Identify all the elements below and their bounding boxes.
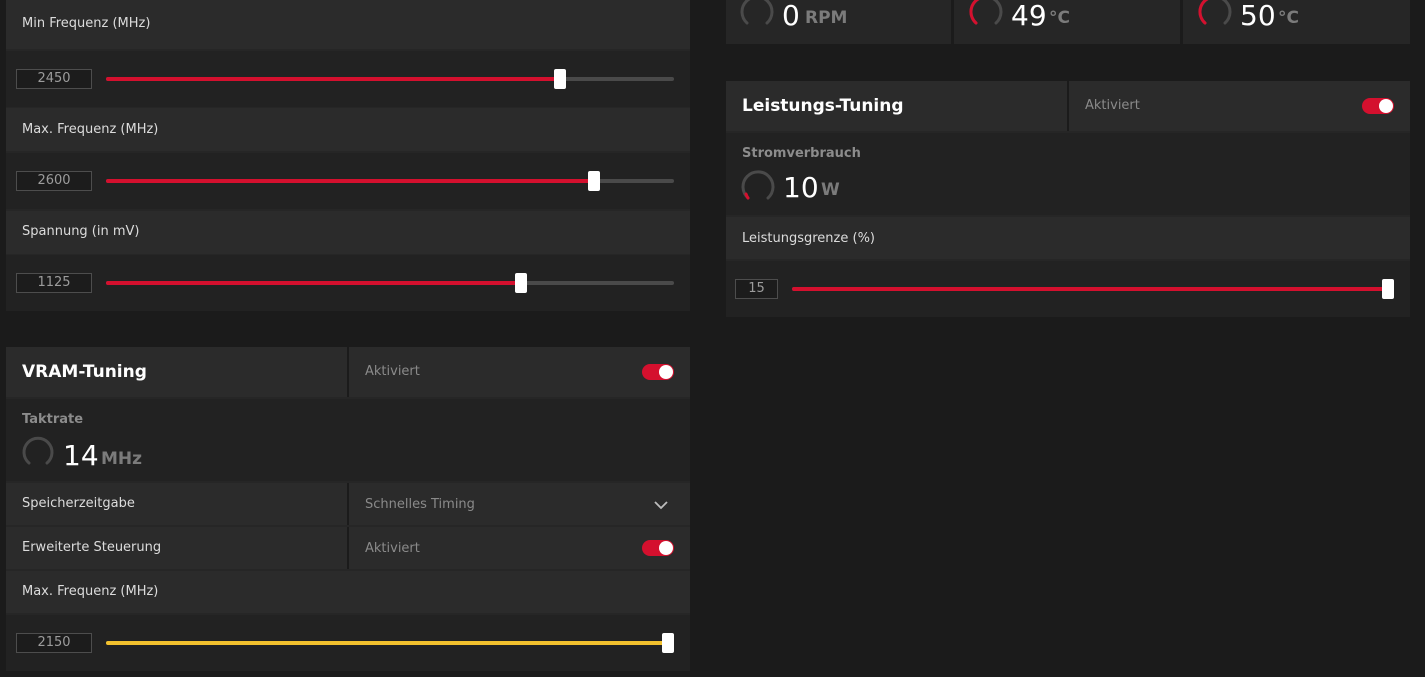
power-consumption-value: 10 [783, 171, 819, 204]
max-freq-slider-fill [106, 179, 595, 183]
min-freq-label: Min Frequenz (MHz) [22, 16, 151, 31]
power-title: Leistungs-Tuning [742, 96, 904, 116]
power-limit-label: Leistungsgrenze (%) [742, 231, 875, 246]
vram-clock-gauge-icon [22, 436, 54, 465]
power-status: Aktiviert [1085, 98, 1140, 113]
vram-clock-unit: MHz [101, 449, 143, 469]
temp2-gauge-icon [1198, 0, 1232, 25]
advanced-control-label: Erweiterte Steuerung [22, 540, 162, 555]
vram-max-freq-slider-thumb[interactable] [662, 633, 674, 653]
fan-metric-card: 0 RPM [726, 0, 951, 44]
power-toggle[interactable] [1362, 98, 1394, 114]
vram-max-freq-label: Max. Frequenz (MHz) [22, 584, 159, 599]
gpu-tuning-panel: Min Frequenz (MHz) 2450 Max. Frequenz (M… [6, 0, 690, 311]
min-freq-slider-fill [106, 77, 561, 81]
advanced-control-status: Aktiviert [365, 541, 420, 556]
advanced-control-row: Erweiterte Steuerung Aktiviert [6, 527, 690, 569]
vram-header-divider [347, 347, 349, 397]
advanced-control-toggle-knob [659, 541, 673, 555]
temp1-metric-card: 49 °C [954, 0, 1180, 44]
temp1-value: 49 [1011, 0, 1047, 32]
vram-max-freq-slider[interactable] [106, 633, 674, 653]
vram-max-freq-slider-fill [106, 641, 668, 645]
voltage-slider-thumb[interactable] [514, 273, 527, 293]
chevron-down-icon[interactable] [654, 500, 668, 510]
vram-max-freq-header: Max. Frequenz (MHz) [6, 571, 690, 613]
min-freq-value-box[interactable]: 2450 [16, 69, 92, 89]
min-freq-header: Min Frequenz (MHz) [6, 0, 690, 49]
vram-title: VRAM-Tuning [22, 362, 147, 382]
fan-value: 0 [782, 0, 800, 32]
power-limit-slider[interactable] [792, 279, 1394, 299]
vram-clock-section: Taktrate 14 MHz [6, 399, 690, 481]
temp1-gauge-icon [969, 0, 1003, 25]
power-consumption-label: Stromverbrauch [742, 146, 861, 161]
power-limit-header: Leistungsgrenze (%) [726, 217, 1410, 259]
max-freq-value-box[interactable]: 2600 [16, 171, 92, 191]
power-toggle-knob [1379, 99, 1393, 113]
vram-max-freq-value-box[interactable]: 2150 [16, 633, 92, 653]
memory-timing-row[interactable]: Speicherzeitgabe Schnelles Timing [6, 483, 690, 525]
vram-toggle-knob [659, 365, 673, 379]
voltage-slider[interactable] [106, 273, 674, 293]
vram-header: VRAM-Tuning Aktiviert [6, 347, 690, 397]
advanced-control-divider [347, 527, 349, 569]
fan-gauge-icon [740, 0, 774, 25]
temp2-value: 50 [1240, 0, 1276, 32]
power-gauge-icon [741, 170, 775, 200]
max-freq-slider-row: 2600 [6, 153, 690, 209]
voltage-header: Spannung (in mV) [6, 211, 690, 254]
power-limit-slider-row: 15 [726, 261, 1410, 317]
advanced-control-toggle[interactable] [642, 540, 674, 556]
max-freq-label: Max. Frequenz (MHz) [22, 122, 159, 137]
vram-clock-label: Taktrate [22, 412, 84, 427]
fan-unit: RPM [805, 8, 848, 28]
min-freq-slider-row: 2450 [6, 51, 690, 107]
power-limit-slider-fill [792, 287, 1388, 291]
voltage-slider-fill [106, 281, 521, 285]
power-limit-slider-thumb[interactable] [1382, 279, 1394, 299]
power-header: Leistungs-Tuning Aktiviert [726, 81, 1410, 131]
power-header-divider [1067, 81, 1069, 131]
vram-status: Aktiviert [365, 364, 420, 379]
max-freq-header: Max. Frequenz (MHz) [6, 108, 690, 151]
power-limit-value-box[interactable]: 15 [735, 279, 778, 299]
vram-clock-value: 14 [63, 439, 99, 472]
temp1-unit: °C [1049, 8, 1070, 28]
vram-toggle[interactable] [642, 364, 674, 380]
min-freq-slider[interactable] [106, 69, 674, 89]
memory-timing-label: Speicherzeitgabe [22, 496, 135, 511]
power-consumption-section: Stromverbrauch 10 W [726, 133, 1410, 215]
min-freq-slider-thumb[interactable] [554, 69, 567, 89]
max-freq-slider[interactable] [106, 171, 674, 191]
memory-timing-divider [347, 483, 349, 525]
vram-max-freq-slider-row: 2150 [6, 615, 690, 671]
vram-tuning-panel: VRAM-Tuning Aktiviert Taktrate 14 MHz Sp… [6, 347, 690, 671]
power-consumption-unit: W [821, 180, 840, 200]
temp2-metric-card: 50 °C [1183, 0, 1410, 44]
voltage-value-box[interactable]: 1125 [16, 273, 92, 293]
max-freq-slider-thumb[interactable] [588, 171, 601, 191]
voltage-slider-row: 1125 [6, 255, 690, 311]
voltage-label: Spannung (in mV) [22, 224, 140, 239]
memory-timing-value[interactable]: Schnelles Timing [365, 497, 475, 512]
power-tuning-panel: Leistungs-Tuning Aktiviert Stromverbrauc… [726, 81, 1410, 317]
temp2-unit: °C [1278, 8, 1299, 28]
